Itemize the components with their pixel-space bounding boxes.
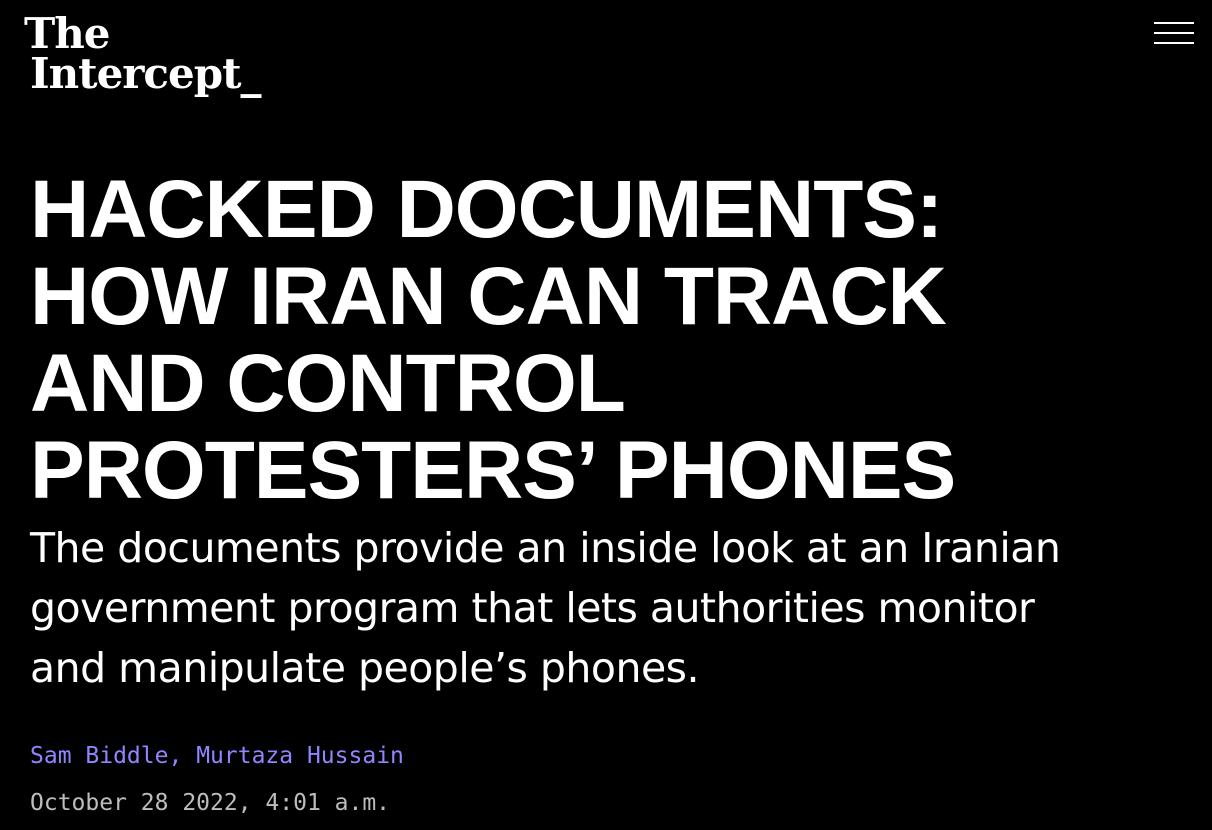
hamburger-menu-icon[interactable] [1154,22,1194,44]
author-separator: , [168,743,197,769]
logo-line-2: Intercept_ [30,49,261,98]
menu-bar [1154,42,1194,44]
logo-line-1: The [24,9,111,58]
menu-bar [1154,32,1194,34]
publish-date: October 28 2022, 4:01 a.m. [30,790,391,816]
author-link[interactable]: Sam Biddle [30,743,168,769]
author-link[interactable]: Murtaza Hussain [196,743,404,769]
article-dek: The documents provide an inside look at … [30,524,1061,692]
site-logo[interactable]: The Intercept_ [24,9,261,98]
article-headline: Hacked Documents: How Iran Can Track and… [30,164,956,516]
menu-bar [1154,22,1194,24]
byline: Sam Biddle, Murtaza Hussain [30,741,404,771]
